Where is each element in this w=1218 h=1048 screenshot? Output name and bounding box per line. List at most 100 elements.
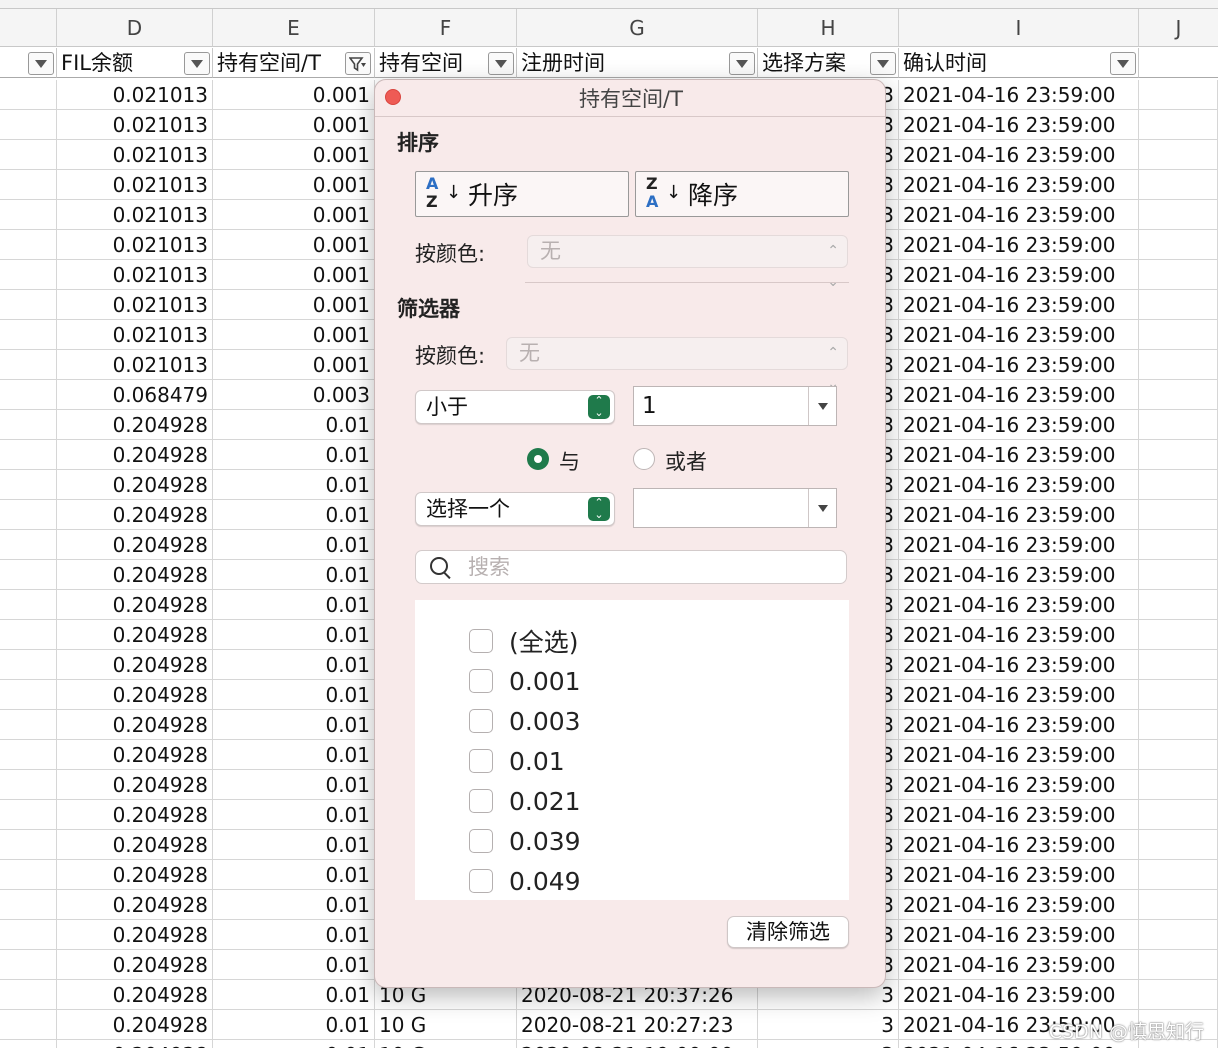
table-cell[interactable] [0, 110, 57, 140]
column-header-i[interactable]: I [899, 9, 1139, 47]
filter-button-f[interactable] [488, 52, 514, 75]
table-cell[interactable] [0, 620, 57, 650]
table-cell[interactable]: 0.021013 [57, 260, 213, 290]
table-cell[interactable] [0, 440, 57, 470]
table-cell[interactable] [0, 590, 57, 620]
table-cell[interactable] [1139, 380, 1218, 410]
table-cell[interactable]: 0.204928 [57, 890, 213, 920]
table-cell[interactable] [0, 890, 57, 920]
table-cell[interactable] [1139, 500, 1218, 530]
table-cell[interactable]: 0.01 [213, 530, 375, 560]
table-cell[interactable] [0, 680, 57, 710]
table-cell[interactable]: 0.204928 [57, 650, 213, 680]
table-cell[interactable]: 0.001 [213, 290, 375, 320]
table-cell[interactable]: 0.021013 [57, 230, 213, 260]
table-cell[interactable] [0, 350, 57, 380]
table-cell[interactable] [1139, 830, 1218, 860]
list-item[interactable]: 0.039 [469, 826, 581, 856]
table-cell[interactable]: 2021-04-16 23:59:00 [899, 290, 1139, 320]
table-cell[interactable]: 2021-04-16 23:59:00 [899, 230, 1139, 260]
table-cell[interactable]: 0.204928 [57, 680, 213, 710]
and-radio[interactable] [527, 448, 549, 470]
table-cell[interactable] [1139, 680, 1218, 710]
table-cell[interactable]: 0.204928 [57, 950, 213, 980]
table-cell[interactable] [0, 320, 57, 350]
table-cell[interactable] [1139, 80, 1218, 110]
table-cell[interactable]: 2021-04-16 23:59:00 [899, 920, 1139, 950]
filter-button-i[interactable] [1110, 52, 1136, 75]
table-cell[interactable]: 0.204928 [57, 920, 213, 950]
table-cell[interactable] [0, 200, 57, 230]
table-cell[interactable]: 2021-04-16 23:59:00 [899, 860, 1139, 890]
table-cell[interactable]: 0.204928 [57, 620, 213, 650]
table-cell[interactable]: 0.021013 [57, 110, 213, 140]
table-cell[interactable] [1139, 440, 1218, 470]
checkbox[interactable] [469, 749, 493, 773]
table-cell[interactable]: 0.204928 [57, 740, 213, 770]
table-cell[interactable]: 0.204928 [57, 710, 213, 740]
clear-filter-button[interactable]: 清除筛选 [727, 916, 849, 948]
table-cell[interactable] [1139, 530, 1218, 560]
filter-active-button-e[interactable] [345, 52, 371, 75]
table-cell[interactable]: 0.01 [213, 950, 375, 980]
list-item[interactable]: 0.049 [469, 866, 581, 896]
table-cell[interactable] [0, 920, 57, 950]
table-cell[interactable] [0, 380, 57, 410]
search-input[interactable]: 搜索 [415, 550, 847, 584]
table-cell[interactable]: 0.204928 [57, 770, 213, 800]
table-cell[interactable]: 2021-04-16 23:59:00 [899, 80, 1139, 110]
table-cell[interactable]: 0.01 [213, 440, 375, 470]
condition-1-select[interactable]: 小于 ⌃ ⌄ [415, 390, 615, 424]
table-cell[interactable] [0, 800, 57, 830]
table-cell[interactable]: 0.204928 [57, 1040, 213, 1048]
table-cell[interactable]: 0.204928 [57, 410, 213, 440]
filter-button-c[interactable] [28, 52, 54, 75]
table-cell[interactable]: 0.204928 [57, 440, 213, 470]
table-cell[interactable] [0, 770, 57, 800]
table-cell[interactable]: 10 G [375, 1040, 517, 1048]
table-cell[interactable]: 0.204928 [57, 560, 213, 590]
table-cell[interactable]: 0.01 [213, 920, 375, 950]
table-cell[interactable]: 2021-04-16 23:59:00 [899, 110, 1139, 140]
table-cell[interactable] [0, 650, 57, 680]
column-header-h[interactable]: H [758, 9, 899, 47]
table-cell[interactable] [0, 80, 57, 110]
table-cell[interactable]: 2021-04-16 23:59:00 [899, 620, 1139, 650]
table-cell[interactable]: 0.204928 [57, 1010, 213, 1040]
table-cell[interactable]: 0.01 [213, 800, 375, 830]
dropdown-button[interactable] [808, 489, 836, 527]
table-cell[interactable]: 0.204928 [57, 800, 213, 830]
table-cell[interactable]: 0.001 [213, 230, 375, 260]
filter-button-h[interactable] [870, 52, 896, 75]
table-cell[interactable]: 2021-04-16 23:59:00 [899, 140, 1139, 170]
table-cell[interactable]: 0.01 [213, 770, 375, 800]
checkbox[interactable] [469, 869, 493, 893]
table-cell[interactable]: 0.01 [213, 620, 375, 650]
checkbox[interactable] [469, 709, 493, 733]
table-cell[interactable]: 0.204928 [57, 500, 213, 530]
table-cell[interactable]: 0.021013 [57, 200, 213, 230]
header-cell-j[interactable] [1139, 48, 1218, 78]
table-cell[interactable]: 0.01 [213, 1010, 375, 1040]
checkbox[interactable] [469, 829, 493, 853]
table-cell[interactable]: 2021-04-16 23:59:00 [899, 830, 1139, 860]
table-cell[interactable]: 0.001 [213, 80, 375, 110]
table-cell[interactable]: 0.01 [213, 980, 375, 1010]
table-cell[interactable] [1139, 950, 1218, 980]
table-cell[interactable]: 2021-04-16 23:59:00 [899, 260, 1139, 290]
table-cell[interactable]: 0.204928 [57, 860, 213, 890]
table-cell[interactable]: 0.021013 [57, 80, 213, 110]
table-cell[interactable] [1139, 410, 1218, 440]
list-item[interactable]: 0.003 [469, 706, 581, 736]
table-cell[interactable] [0, 1040, 57, 1048]
filter-button-d[interactable] [184, 52, 210, 75]
table-cell[interactable]: 0.021013 [57, 170, 213, 200]
column-header-c[interactable] [0, 9, 57, 47]
table-cell[interactable] [0, 140, 57, 170]
filter-button-g[interactable] [729, 52, 755, 75]
table-cell[interactable] [0, 1010, 57, 1040]
condition-2-value-input[interactable] [633, 488, 837, 528]
table-cell[interactable]: 0.01 [213, 500, 375, 530]
table-cell[interactable]: 0.01 [213, 710, 375, 740]
table-cell[interactable] [0, 170, 57, 200]
